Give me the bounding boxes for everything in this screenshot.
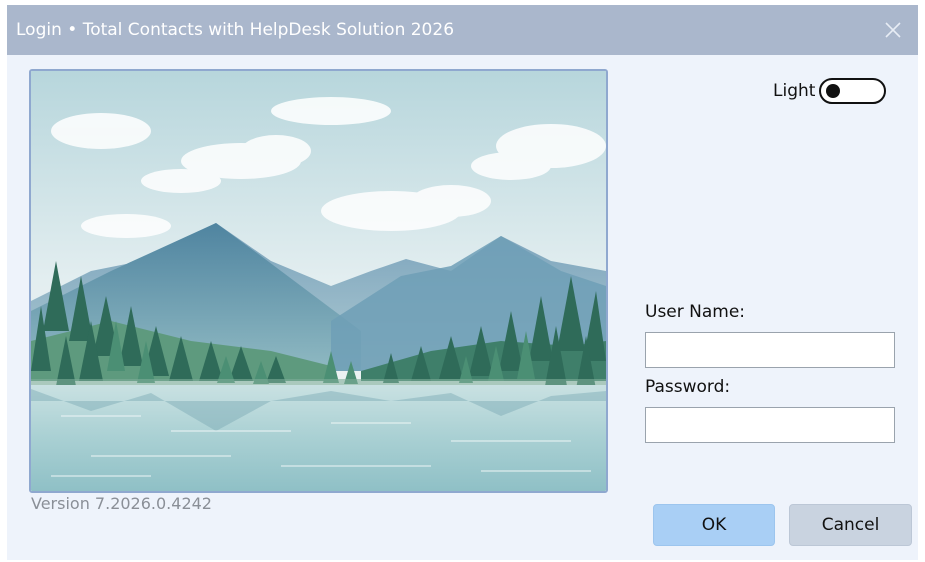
cancel-button[interactable]: Cancel (789, 504, 912, 546)
version-label: Version 7.2026.0.4242 (31, 494, 212, 513)
password-input[interactable] (645, 407, 895, 443)
landscape-illustration (31, 71, 606, 491)
password-label: Password: (645, 377, 731, 397)
close-icon (885, 22, 901, 38)
username-input[interactable] (645, 332, 895, 368)
theme-label: Light (773, 81, 816, 101)
close-button[interactable] (876, 13, 910, 47)
ok-button[interactable]: OK (653, 504, 775, 546)
title-bar[interactable]: Login • Total Contacts with HelpDesk Sol… (7, 5, 918, 55)
landscape-image (29, 69, 608, 493)
theme-toggle-group: Light (773, 77, 887, 105)
login-dialog: Login • Total Contacts with HelpDesk Sol… (7, 5, 918, 560)
toggle-knob (826, 84, 841, 98)
theme-toggle-switch[interactable] (819, 78, 887, 104)
username-label: User Name: (645, 302, 746, 322)
window-title: Login • Total Contacts with HelpDesk Sol… (16, 20, 455, 40)
